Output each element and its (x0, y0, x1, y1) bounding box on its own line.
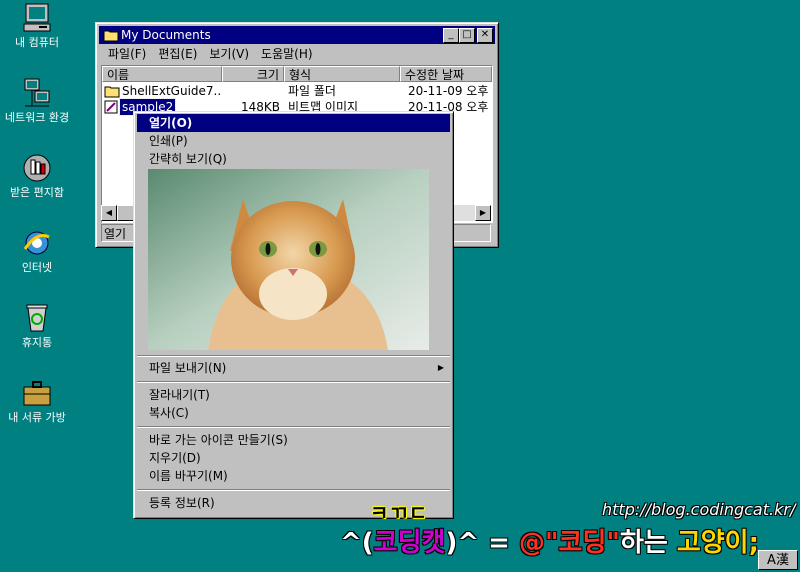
watermark-part: 고양이; (676, 528, 760, 558)
menu-item-rename[interactable]: 이름 바꾸기(M) (137, 467, 450, 485)
desktop-icon-internet[interactable]: 인터넷 (0, 227, 77, 274)
image-preview (148, 169, 429, 350)
menu-item-delete[interactable]: 지우기(D) (137, 449, 450, 467)
menu-item-copy[interactable]: 복사(C) (137, 404, 450, 422)
network-icon (24, 78, 50, 107)
menu-separator (137, 426, 450, 428)
column-header-date[interactable]: 수정한 날짜 (400, 66, 492, 82)
desktop-icon-my-computer[interactable]: 내 컴퓨터 (0, 2, 77, 49)
menu-separator (137, 489, 450, 491)
watermark-part: 코딩캣 (373, 528, 446, 558)
desktop-icon-network[interactable]: 네트워크 환경 (0, 77, 77, 124)
ime-indicator[interactable]: A漢 (758, 550, 798, 570)
my-computer-icon (23, 3, 51, 32)
file-type: 파일 폴더 (288, 84, 336, 98)
cat-photo (148, 169, 429, 350)
maximize-button[interactable]: □ (459, 28, 475, 43)
menu-help[interactable]: 도움말(H) (255, 45, 319, 63)
watermark-part: 하는 (619, 528, 677, 558)
watermark-slogan: ^(코딩캣)^ = @"코딩"하는 고양이; (340, 522, 759, 559)
menu-item-label: 파일 보내기(N) (149, 361, 227, 375)
desktop-icon-label: 휴지통 (21, 336, 53, 349)
inbox-icon (23, 154, 51, 182)
bitmap-icon (104, 100, 118, 114)
file-name: ShellExtGuide7.... (122, 84, 222, 98)
watermark-part: @"코딩" (519, 528, 620, 558)
desktop-icon-inbox[interactable]: 받은 편지함 (0, 152, 77, 199)
column-header-type[interactable]: 형식 (284, 66, 400, 82)
title-bar[interactable]: My Documents _ □ ✕ (99, 26, 495, 44)
menu-item-print[interactable]: 인쇄(P) (137, 132, 450, 150)
internet-explorer-icon (23, 231, 50, 255)
watermark-url: http://blog.codingcat.kr/ (602, 500, 796, 519)
column-header-name[interactable]: 이름 (102, 66, 222, 82)
column-header-size[interactable]: 크기 (222, 66, 284, 82)
menu-file[interactable]: 파일(F) (102, 45, 152, 63)
scroll-right-button[interactable]: ▶ (475, 205, 491, 221)
scroll-left-button[interactable]: ◀ (101, 205, 117, 221)
close-button[interactable]: ✕ (477, 28, 493, 43)
folder-icon (104, 86, 120, 98)
menu-bar: 파일(F) 편집(E) 보기(V) 도움말(H) (102, 45, 319, 63)
desktop-icon-label: 받은 편지함 (9, 186, 65, 199)
list-item[interactable]: ShellExtGuide7.... 파일 폴더 20-11-09 오후 8 (102, 83, 492, 99)
watermark-part: ^( (340, 528, 374, 558)
menu-view[interactable]: 보기(V) (203, 45, 255, 63)
folder-icon (103, 30, 119, 42)
file-date: 20-11-09 오후 8 (408, 84, 492, 98)
briefcase-icon (23, 381, 51, 406)
recycle-bin-icon (26, 304, 48, 332)
desktop-icon-briefcase[interactable]: 내 서류 가방 (0, 377, 77, 424)
desktop-icon-label: 인터넷 (21, 261, 53, 274)
menu-item-create-shortcut[interactable]: 바로 가는 아이콘 만들기(S) (137, 431, 450, 449)
context-menu[interactable]: 열기(O) 인쇄(P) 간략히 보기(Q) 파일 보내기(N) ▶ 잘라내기(T… (133, 111, 454, 519)
submenu-arrow-icon: ▶ (437, 363, 444, 372)
menu-item-send-to[interactable]: 파일 보내기(N) ▶ (137, 359, 450, 377)
watermark-part: )^ = (445, 528, 519, 558)
menu-item-open[interactable]: 열기(O) (137, 114, 450, 132)
menu-edit[interactable]: 편집(E) (152, 45, 203, 63)
minimize-button[interactable]: _ (443, 28, 459, 43)
desktop-icon-recycle-bin[interactable]: 휴지통 (0, 302, 77, 349)
window-title: My Documents (121, 28, 211, 42)
menu-separator (137, 381, 450, 383)
menu-separator (137, 355, 450, 357)
desktop-icon-label: 내 컴퓨터 (15, 36, 59, 49)
menu-item-cut[interactable]: 잘라내기(T) (137, 386, 450, 404)
desktop-icon-label: 네트워크 환경 (4, 111, 70, 124)
menu-item-quick-view[interactable]: 간략히 보기(Q) (137, 150, 450, 168)
desktop-icon-label: 내 서류 가방 (8, 411, 66, 424)
